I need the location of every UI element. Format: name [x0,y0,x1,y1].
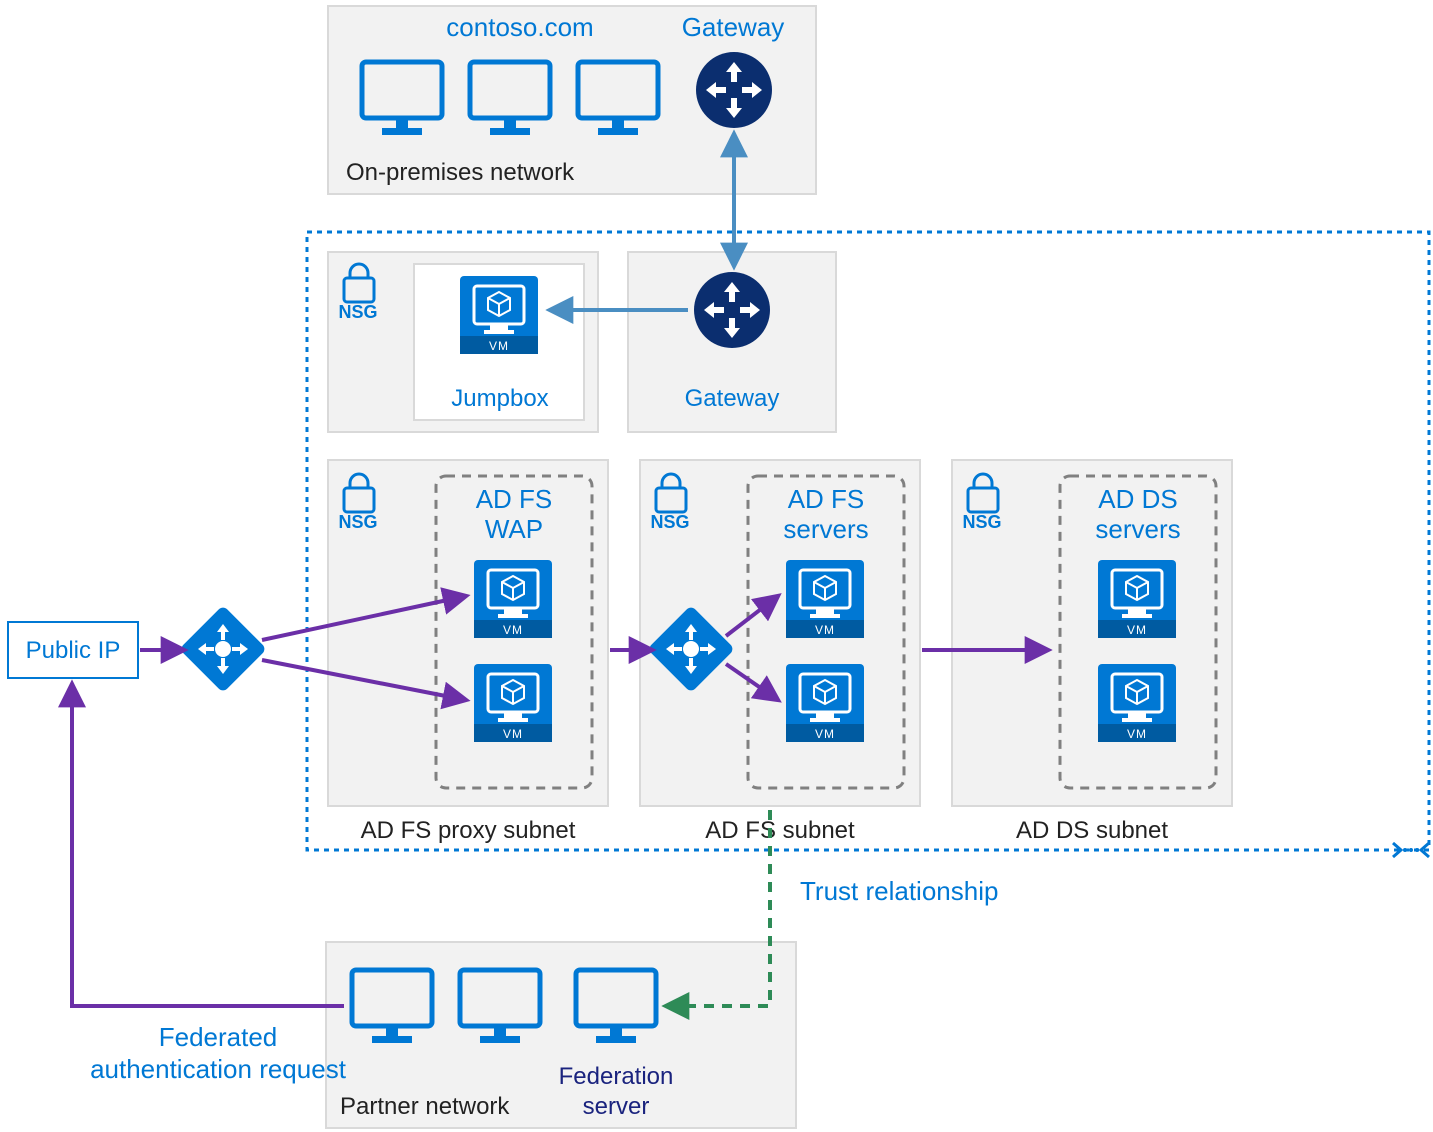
adfs-subnet-label: AD FS subnet [705,817,855,844]
onprem-domain-label: contoso.com [446,12,593,42]
nsg-label: NSG [962,512,1001,532]
router-icon [694,272,770,348]
vm-label: VM [489,339,509,353]
onprem-gateway-label: Gateway [682,12,785,42]
adfs-title2: servers [783,514,868,544]
federated-auth-link [72,684,344,1006]
adfs-title1: AD FS [788,484,865,514]
router-icon [696,52,772,128]
vm-label: VM [815,623,835,637]
cloud-gateway-box: Gateway [628,252,836,432]
vm-label: VM [1127,727,1147,741]
federation-server-label1: Federation [559,1063,674,1090]
load-balancer-icon [179,605,267,693]
adds-subnet-label: AD DS subnet [1016,817,1168,844]
vm-label: VM [503,623,523,637]
vm-label: VM [815,727,835,741]
adds-title1: AD DS [1098,484,1177,514]
adfs-proxy-subnet: NSG AD FS WAP VM VM AD FS proxy subnet [328,460,608,844]
nsg-label: NSG [338,302,377,322]
adfs-proxy-subnet-label: AD FS proxy subnet [361,817,576,844]
adfs-wap-title1: AD FS [476,484,553,514]
partner-network-label: Partner network [340,1093,510,1120]
vm-label: VM [503,727,523,741]
partner-network-box: Partner network Federation server [326,942,796,1128]
jumpbox-label: Jumpbox [451,385,548,412]
public-ip-label: Public IP [26,637,121,664]
fed-auth-label2: authentication request [90,1054,347,1084]
federation-server-label2: server [583,1093,650,1120]
public-ip-box: Public IP [8,622,138,678]
fed-auth-label1: Federated [159,1022,278,1052]
adfs-wap-title2: WAP [485,514,543,544]
onprem-network-box: contoso.com Gateway On-premises network [328,6,816,194]
onprem-name-label: On-premises network [346,159,575,186]
trust-label: Trust relationship [800,876,998,906]
jumpbox-subnet: NSG VM Jumpbox [328,252,598,432]
nsg-label: NSG [338,512,377,532]
nsg-label: NSG [650,512,689,532]
adds-title2: servers [1095,514,1180,544]
cloud-gateway-label: Gateway [685,385,780,412]
vm-label: VM [1127,623,1147,637]
